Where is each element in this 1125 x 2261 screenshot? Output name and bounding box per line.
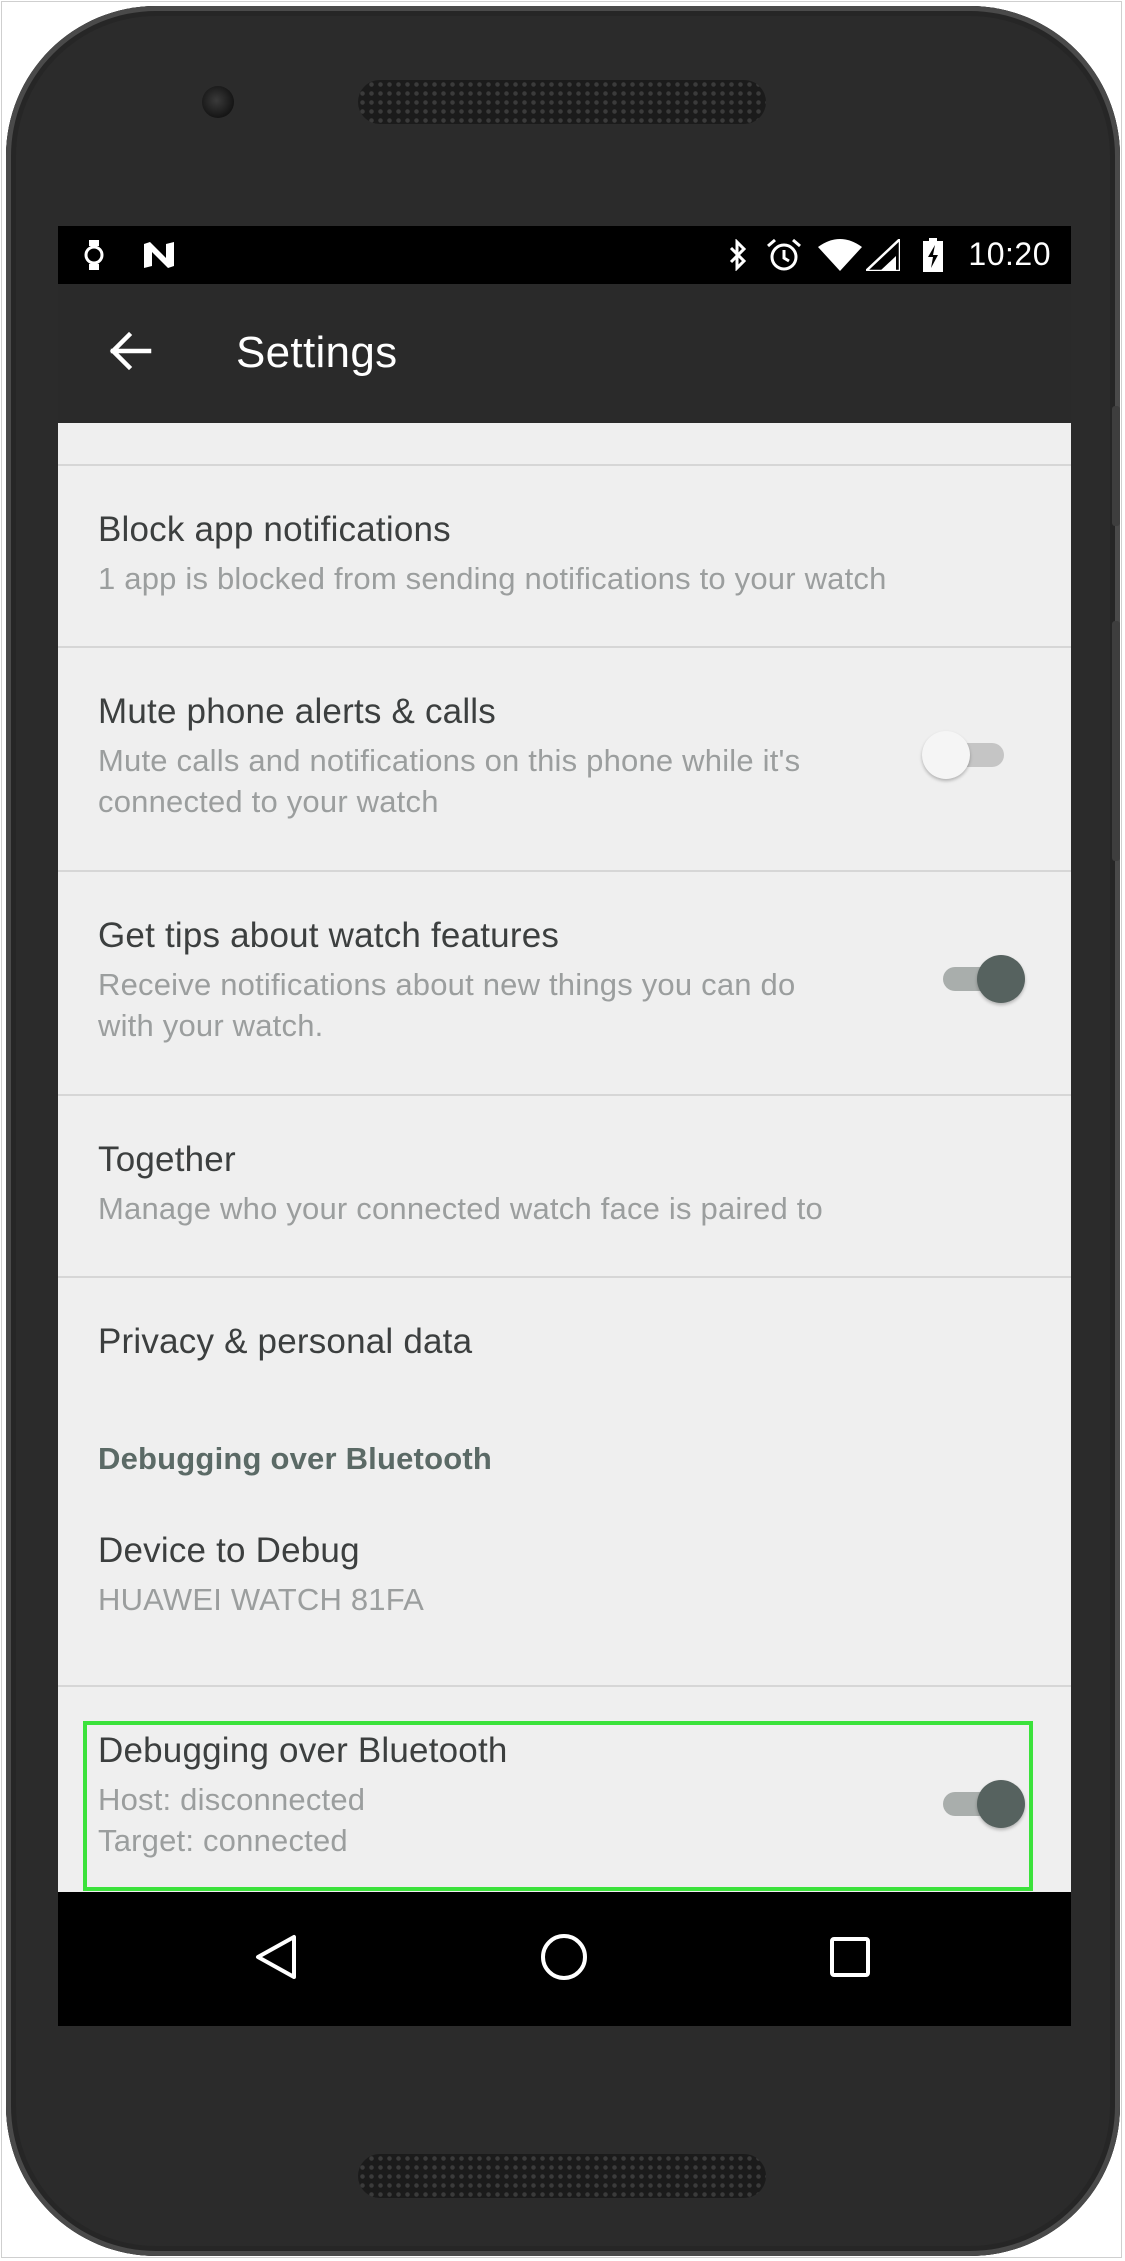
setting-summary-line-1: Receive notifications about new things y…	[98, 967, 796, 1002]
watch-icon	[82, 239, 106, 271]
bluetooth-icon	[726, 239, 750, 271]
back-button[interactable]	[98, 320, 164, 386]
volume-button	[1112, 621, 1120, 861]
front-camera	[202, 86, 234, 118]
debugging-bluetooth-toggle[interactable]	[935, 1774, 1025, 1834]
setting-title: Together	[98, 1140, 236, 1179]
setting-debugging-over-bluetooth[interactable]: Debugging over Bluetooth Host: disconnec…	[58, 1687, 1071, 1892]
setting-device-to-debug[interactable]: Device to Debug HUAWEI WATCH 81FA	[58, 1487, 1071, 1667]
home-circle-icon	[539, 1932, 589, 1987]
setting-title: Debugging over Bluetooth	[98, 1731, 508, 1770]
arrow-left-icon	[109, 331, 153, 376]
n-logo-icon	[140, 239, 180, 271]
back-triangle-icon	[254, 1934, 298, 1985]
phone-frame: 10:20 Settings Block app notifications 1…	[6, 6, 1120, 2256]
nav-back-button[interactable]	[236, 1919, 316, 1999]
setting-summary-host: Host: disconnected	[98, 1782, 366, 1817]
app-bar: Settings	[58, 284, 1071, 423]
status-time: 10:20	[968, 236, 1051, 272]
bottom-speaker	[358, 2154, 766, 2198]
battery-charging-icon	[922, 238, 944, 272]
setting-mute-phone-alerts[interactable]: Mute phone alerts & calls Mute calls and…	[58, 648, 1071, 870]
navigation-bar	[58, 1892, 1071, 2026]
power-button	[1112, 406, 1120, 526]
nav-home-button[interactable]	[524, 1919, 604, 1999]
setting-together[interactable]: Together Manage who your connected watch…	[58, 1096, 1071, 1276]
setting-privacy[interactable]: Privacy & personal data	[58, 1278, 1071, 1408]
toggle-thumb	[977, 1780, 1025, 1828]
top-speaker	[358, 80, 766, 124]
setting-title: Device to Debug	[98, 1531, 360, 1570]
setting-summary-line-1: Mute calls and notifications on this pho…	[98, 743, 801, 778]
setting-title: Block app notifications	[98, 510, 451, 549]
setting-title: Privacy & personal data	[98, 1322, 473, 1361]
setting-summary: HUAWEI WATCH 81FA	[98, 1582, 425, 1617]
setting-summary: Manage who your connected watch face is …	[98, 1191, 823, 1226]
setting-summary-line-2: with your watch.	[98, 1008, 324, 1043]
watch-tips-toggle[interactable]	[935, 949, 1025, 1009]
recents-square-icon	[828, 1935, 872, 1984]
wifi-icon	[818, 239, 862, 271]
setting-title: Get tips about watch features	[98, 916, 560, 955]
setting-summary: 1 app is blocked from sending notificati…	[98, 561, 887, 596]
mute-alerts-toggle[interactable]	[922, 725, 1012, 785]
setting-title: Mute phone alerts & calls	[98, 692, 496, 731]
alarm-icon	[766, 238, 802, 271]
signal-icon	[866, 239, 900, 271]
screen: 10:20 Settings Block app notifications 1…	[58, 226, 1071, 2026]
toggle-thumb	[977, 955, 1025, 1003]
setting-watch-tips[interactable]: Get tips about watch features Receive no…	[58, 872, 1071, 1094]
page-title: Settings	[236, 328, 398, 377]
nav-recents-button[interactable]	[810, 1919, 890, 1999]
toggle-thumb	[922, 731, 970, 779]
status-bar: 10:20	[58, 226, 1071, 284]
setting-summary-target: Target: connected	[98, 1823, 348, 1858]
setting-block-app-notifications[interactable]: Block app notifications 1 app is blocked…	[58, 466, 1071, 646]
setting-summary-line-2: connected to your watch	[98, 784, 439, 819]
settings-list[interactable]: Block app notifications 1 app is blocked…	[58, 423, 1071, 1892]
section-header-debugging: Debugging over Bluetooth	[98, 1441, 492, 1476]
